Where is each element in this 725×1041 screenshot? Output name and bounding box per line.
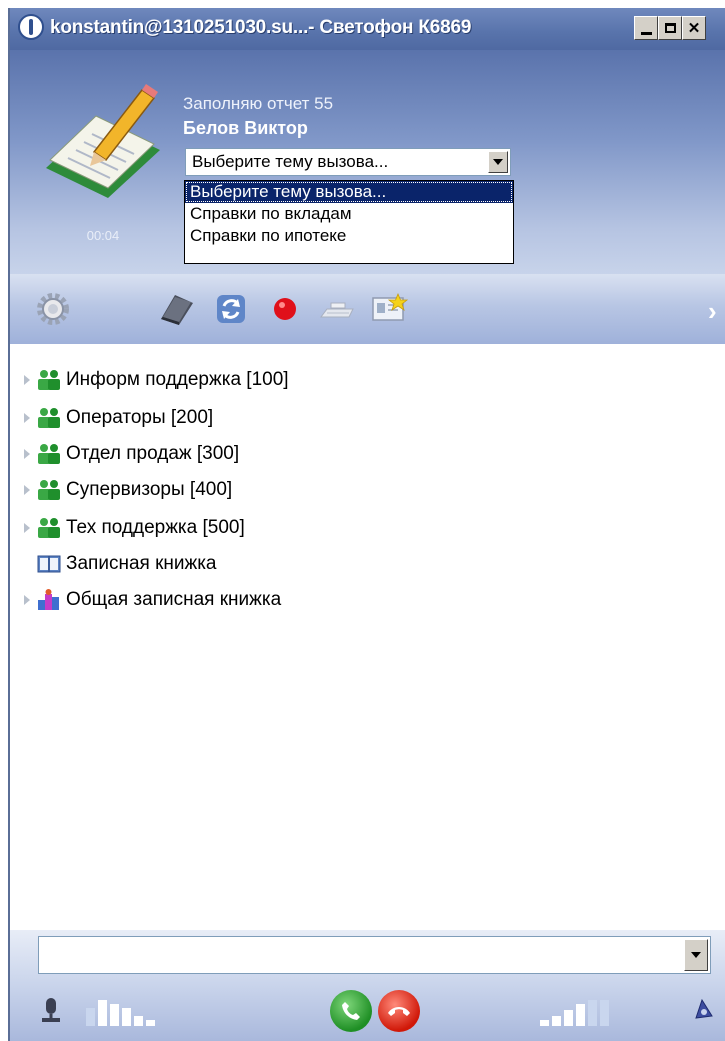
tree-item-label: Общая записная книжка xyxy=(66,589,282,610)
title-bar[interactable]: konstantin@1310251030.su...- Светофон К6… xyxy=(10,8,725,50)
speaker-level-bar xyxy=(552,1016,561,1026)
expand-arrow-icon[interactable] xyxy=(24,413,30,423)
refresh-icon xyxy=(217,295,245,323)
contact-tree: Информ поддержка [100] Операторы [200] О… xyxy=(10,344,725,930)
call-topic-value: Выберите тему вызова... xyxy=(192,152,389,171)
shared-contacts-icon xyxy=(36,588,62,612)
call-topic-select[interactable]: Выберите тему вызова... xyxy=(185,148,511,176)
contact-card-icon xyxy=(372,292,408,321)
tree-item[interactable]: Супервизоры [400] xyxy=(10,474,232,506)
maximize-icon xyxy=(664,23,676,33)
main-toolbar: › xyxy=(10,274,725,344)
dropdown-arrow-icon[interactable] xyxy=(488,151,508,173)
refresh-button[interactable] xyxy=(210,288,252,330)
speaker-level-bar xyxy=(576,1004,585,1026)
tree-item-label: Операторы [200] xyxy=(66,407,214,428)
mic-level-bar xyxy=(86,1008,95,1026)
maximize-button[interactable] xyxy=(658,16,682,40)
group-icon xyxy=(36,442,62,466)
group-icon xyxy=(36,368,62,392)
hangup-call-button[interactable] xyxy=(378,990,420,1032)
hangup-call-icon xyxy=(388,1007,410,1016)
window-title: konstantin@1310251030.su...- Светофон К6… xyxy=(50,17,472,38)
call-status: Заполняю отчет 55 xyxy=(183,94,334,113)
softphone-window: konstantin@1310251030.su...- Светофон К6… xyxy=(8,8,725,1041)
group-icon xyxy=(36,516,62,540)
microphone-level[interactable] xyxy=(86,998,155,1026)
mic-level-bar xyxy=(134,1016,143,1026)
notebook-icon xyxy=(36,552,62,576)
tree-item[interactable]: Информ поддержка [100] xyxy=(10,364,289,396)
tree-item[interactable]: Записная книжка xyxy=(10,548,217,580)
mic-level-bar xyxy=(146,1020,155,1026)
contact-card-button[interactable] xyxy=(368,288,410,330)
call-timer: 00:04 xyxy=(86,228,120,243)
group-icon xyxy=(36,406,62,430)
expand-arrow-icon[interactable] xyxy=(24,375,30,385)
speaker-icon[interactable] xyxy=(692,996,716,1029)
speaker-level-bar xyxy=(564,1010,573,1026)
tree-item-label: Отдел продаж [300] xyxy=(66,443,240,464)
topic-option[interactable]: Справки по вкладам xyxy=(185,203,513,225)
call-panel: 00:04 Заполняю отчет 55 Белов Виктор Выб… xyxy=(10,50,725,274)
address-book-icon xyxy=(161,295,193,325)
close-icon: ✕ xyxy=(687,20,701,37)
record-icon xyxy=(274,298,296,320)
mic-level-bar xyxy=(98,1000,107,1026)
mic-level-bar xyxy=(110,1004,119,1026)
tree-item-label: Записная книжка xyxy=(66,553,217,574)
notebook-pencil-icon xyxy=(46,84,160,198)
tree-item[interactable]: Общая записная книжка xyxy=(10,584,281,616)
tree-item-label: Супервизоры [400] xyxy=(66,479,233,500)
phone-number-input[interactable] xyxy=(38,936,711,974)
speaker-level-bar xyxy=(600,1000,609,1026)
gear-icon xyxy=(37,293,69,325)
settings-button[interactable] xyxy=(32,288,74,330)
topic-option[interactable]: Справки по ипотеке xyxy=(185,225,513,247)
tree-item-label: Тех поддержка [500] xyxy=(66,517,245,538)
tree-item[interactable]: Операторы [200] xyxy=(10,402,213,434)
keyboard-icon xyxy=(320,302,354,318)
minimize-icon xyxy=(640,31,652,35)
dial-bar xyxy=(10,930,725,1041)
caller-name: Белов Виктор xyxy=(183,118,308,138)
topic-option[interactable]: Выберите тему вызова... xyxy=(185,181,513,203)
call-topic-options: Выберите тему вызова... Справки по вклад… xyxy=(184,180,514,264)
tree-item-label: Информ поддержка [100] xyxy=(66,369,289,390)
chevron-right-icon[interactable]: › xyxy=(708,296,717,327)
tree-item[interactable]: Отдел продаж [300] xyxy=(10,438,239,470)
speaker-level-bar xyxy=(588,1000,597,1026)
answer-call-button[interactable] xyxy=(330,990,372,1032)
mic-level-bar xyxy=(122,1008,131,1026)
answer-call-icon xyxy=(342,1002,360,1020)
microphone-icon[interactable] xyxy=(38,996,66,1031)
speaker-level[interactable] xyxy=(540,998,609,1026)
address-book-button[interactable] xyxy=(156,288,198,330)
app-icon xyxy=(18,14,44,40)
expand-arrow-icon[interactable] xyxy=(24,485,30,495)
group-icon xyxy=(36,478,62,502)
keyboard-button[interactable] xyxy=(316,288,358,330)
expand-arrow-icon[interactable] xyxy=(24,523,30,533)
tree-item[interactable]: Тех поддержка [500] xyxy=(10,512,245,544)
expand-arrow-icon[interactable] xyxy=(24,595,30,605)
record-button[interactable] xyxy=(264,288,306,330)
expand-arrow-icon[interactable] xyxy=(24,449,30,459)
close-button[interactable]: ✕ xyxy=(682,16,706,40)
speaker-level-bar xyxy=(540,1020,549,1026)
dropdown-arrow-icon[interactable] xyxy=(684,939,708,971)
minimize-button[interactable] xyxy=(634,16,658,40)
